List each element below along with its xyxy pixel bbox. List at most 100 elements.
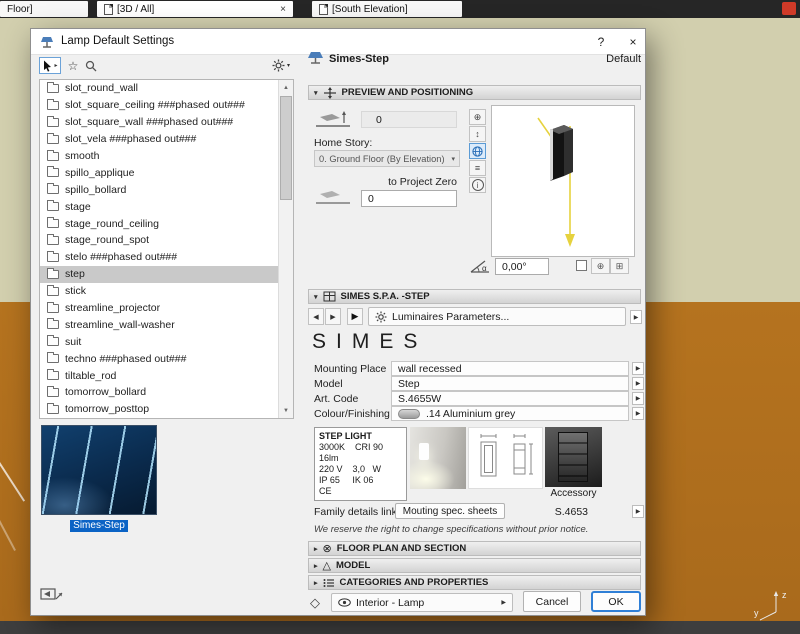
mounting-place-expand-button[interactable]: ▶ (632, 362, 644, 375)
art-code-select[interactable]: S.4655W (391, 391, 629, 406)
lamp-object-icon (308, 52, 323, 64)
tab-3d-all[interactable]: [3D / All] × (97, 1, 293, 17)
search-input[interactable] (101, 59, 267, 73)
triangle-icon: △ (322, 560, 331, 572)
parameters-grid-icon (323, 291, 336, 302)
tab-close-icon[interactable]: × (280, 4, 286, 15)
model-expand-button[interactable]: ▶ (632, 377, 644, 390)
settings-menu-button[interactable]: ▾ (269, 57, 293, 74)
tree-item[interactable]: techno ###phased out### (40, 350, 278, 367)
folder-icon (47, 402, 59, 414)
tree-item[interactable]: stage_round_ceiling (40, 215, 278, 232)
tree-item[interactable]: slot_square_ceiling ###phased out### (40, 97, 278, 114)
art-code-expand-button[interactable]: ▶ (632, 392, 644, 405)
tree-item[interactable]: stick (40, 283, 278, 300)
tab-floor-label: Floor] (7, 3, 33, 15)
tab-south-elevation[interactable]: [South Elevation] (312, 1, 462, 17)
tree-item[interactable]: tiltable_rod (40, 367, 278, 384)
mounting-place-select[interactable]: wall recessed (391, 361, 629, 376)
help-button[interactable]: ? (589, 32, 613, 52)
tree-item[interactable]: stage_round_spot (40, 232, 278, 249)
tree-item[interactable]: spillo_applique (40, 164, 278, 181)
rotation-angle-field[interactable]: 0,00° (495, 258, 549, 275)
tree-item[interactable]: streamline_wall-washer (40, 316, 278, 333)
app-red-icon[interactable] (782, 2, 796, 15)
section-model[interactable]: ▸ △ MODEL (308, 558, 641, 573)
ok-button[interactable]: OK (591, 591, 641, 612)
tree-item[interactable]: tomorrow_posttop (40, 401, 278, 418)
info-button[interactable]: i (469, 177, 486, 193)
insertion-point-button[interactable]: ⊕ (469, 109, 486, 125)
tab-floor[interactable]: Floor] (0, 1, 88, 17)
folder-icon (47, 250, 59, 262)
parameters-expand-button[interactable]: ▶ (630, 310, 642, 324)
positioning-icon (323, 86, 336, 99)
to-project-zero-field[interactable]: 0 (361, 190, 457, 207)
anchor-center-button[interactable]: ⊕ (591, 258, 610, 274)
mounting-place-label: Mounting Place (314, 363, 387, 375)
layer-dropdown[interactable]: Interior - Lamp ▶ (331, 593, 513, 612)
tree-item-label: stelo ###phased out### (65, 251, 178, 264)
tree-item[interactable]: stage (40, 198, 278, 215)
run-button[interactable]: ▶ (347, 308, 363, 325)
tree-item[interactable]: suit (40, 333, 278, 350)
anchor-corner-button[interactable]: ⊞ (610, 258, 629, 274)
thumbnail-label[interactable]: Simes-Step (70, 520, 128, 532)
rotation-angle-value: 0,00° (502, 260, 527, 273)
tab-3d-all-label: [3D / All] (117, 3, 155, 15)
section-floor-plan[interactable]: ▸ ⊗ FLOOR PLAN AND SECTION (308, 541, 641, 556)
close-button[interactable]: × (621, 32, 645, 52)
library-tree: slot_round_wall slot_square_ceiling ###p… (39, 79, 294, 419)
tree-item[interactable]: stelo ###phased out### (40, 249, 278, 266)
colour-finishing-expand-button[interactable]: ▶ (632, 407, 644, 420)
accessory-code-expand-button[interactable]: ▶ (632, 505, 644, 518)
chevron-down-icon: ▾ (286, 63, 290, 69)
height-field[interactable]: 0 (361, 111, 457, 128)
tree-item[interactable]: spillo_bollard (40, 181, 278, 198)
mounting-spec-sheets-button[interactable]: Mouting spec. sheets (395, 503, 505, 519)
accessory-front-face (558, 432, 588, 482)
search-box (85, 58, 267, 74)
parameters-page-dropdown[interactable]: Luminaires Parameters... (368, 307, 626, 326)
dialog-title-bar[interactable]: Lamp Default Settings ? × (31, 29, 645, 55)
section-simes-step[interactable]: ▾ SIMES S.P.A. -STEP (308, 289, 641, 304)
product-spec-box: STEP LIGHT 3000K CRI 90 16lm 220 V 3,0 W… (314, 427, 407, 501)
tree-item[interactable]: slot_vela ###phased out### (40, 131, 278, 148)
preview-list-button[interactable]: ≡ (469, 160, 486, 176)
tree-item-label: tiltable_rod (65, 369, 117, 382)
scroll-up-icon[interactable]: ▲ (279, 80, 293, 95)
default-transfer-icon[interactable] (39, 585, 65, 605)
3d-view-button[interactable] (469, 143, 486, 159)
arrow-tool-button[interactable]: ▸ (39, 57, 61, 74)
prev-page-button[interactable]: ◀ (308, 308, 324, 325)
colour-finishing-value: .14 Aluminium grey (426, 407, 516, 420)
tree-scrollbar[interactable]: ▲ ▼ (278, 80, 293, 418)
scroll-down-icon[interactable]: ▼ (279, 403, 293, 418)
cancel-button[interactable]: Cancel (523, 591, 581, 612)
object-3d-preview[interactable] (491, 105, 635, 257)
cursor-icon (44, 60, 52, 72)
home-story-select[interactable]: 0. Ground Floor (By Elevation) ▾ (314, 150, 460, 167)
next-page-button[interactable]: ▶ (325, 308, 341, 325)
favorites-button[interactable]: ☆ (64, 57, 82, 74)
model-select[interactable]: Step (391, 376, 629, 391)
spec-line: 16lm (319, 453, 339, 463)
scrollbar-thumb[interactable] (280, 96, 292, 200)
tree-item[interactable]: smooth (40, 148, 278, 165)
object-preview-thumbnail[interactable] (41, 425, 157, 515)
section-categories-properties[interactable]: ▸ CATEGORIES AND PROPERTIES (308, 575, 641, 590)
tree-item[interactable]: streamline_projector (40, 300, 278, 317)
folder-icon (47, 98, 59, 110)
accessory-code-value: S.4653 (554, 506, 588, 518)
tree-item-selected[interactable]: step (40, 265, 278, 283)
accessory-label: Accessory (550, 488, 597, 499)
section-preview-positioning[interactable]: ▾ PREVIEW AND POSITIONING (308, 85, 641, 100)
info-icon: i (471, 179, 484, 191)
tree-item[interactable]: slot_square_wall ###phased out### (40, 114, 278, 131)
colour-finishing-select[interactable]: .14 Aluminium grey (391, 406, 629, 421)
tree-item[interactable]: slot_round_wall (40, 80, 278, 97)
gravity-button[interactable]: ↕ (469, 126, 486, 142)
tree-item[interactable]: tomorrow_bollard (40, 384, 278, 401)
right-arrow-icon: ▶ (635, 396, 641, 402)
mirror-checkbox[interactable] (576, 260, 587, 271)
